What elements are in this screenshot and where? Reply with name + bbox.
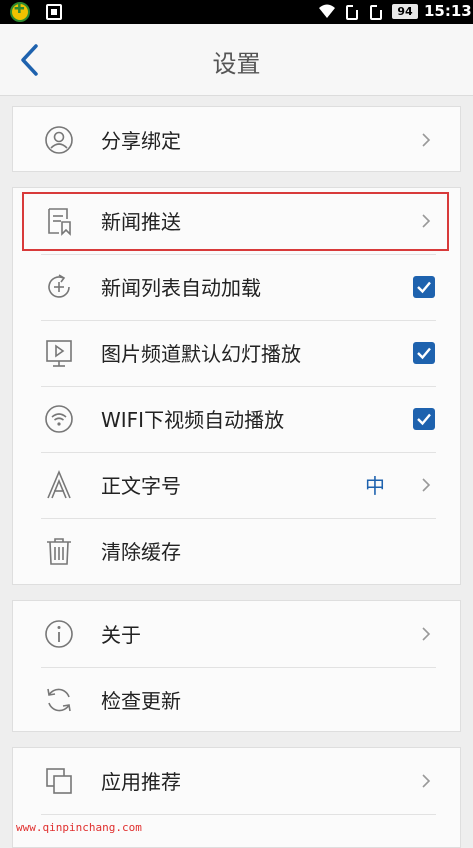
setting-label: 分享绑定 [101,129,181,153]
setting-label: 正文字号 [101,474,181,498]
setting-item-font-size[interactable]: 正文字号 中 [13,452,462,518]
setting-item-auto-load[interactable]: 新闻列表自动加载 [13,254,462,320]
font-size-value: 中 [365,474,385,498]
trash-icon [47,538,71,565]
setting-label: 关于 [101,623,141,647]
screenshot-icon [46,4,62,20]
status-bar: 94 15:13 [0,0,473,24]
settings-section-account: 分享绑定 [12,106,461,172]
sim-card-icon [346,5,358,20]
setting-item-about[interactable]: 关于 [13,601,462,667]
info-circle-icon [45,620,73,648]
setting-item-share-binding[interactable]: 分享绑定 [13,107,462,173]
checkbox-checked[interactable] [413,342,435,364]
setting-label: 检查更新 [101,689,181,713]
setting-item-clear-cache[interactable]: 清除缓存 [13,518,462,584]
setting-label: WIFI下视频自动播放 [101,408,285,432]
wifi-circle-icon [45,405,73,433]
chevron-right-icon [422,133,431,147]
wifi-icon [319,4,335,18]
setting-item-check-update[interactable]: 检查更新 [13,667,462,733]
chevron-right-icon [422,627,431,641]
sim-card-icon [370,5,382,20]
watermark-text: www.qinpinchang.com [16,821,142,834]
font-size-icon [47,469,71,499]
page-title: 设置 [212,50,261,78]
setting-item-app-recommend[interactable]: 应用推荐 [13,748,462,814]
settings-section-about: 关于 检查更新 [12,600,461,732]
setting-label: 图片频道默认幻灯播放 [101,342,301,366]
sync-icon [47,688,71,712]
slideshow-play-icon [46,340,72,367]
checkbox-checked[interactable] [413,408,435,430]
setting-item-slideshow[interactable]: 图片频道默认幻灯播放 [13,320,462,386]
highlight-box [22,192,449,251]
clock: 15:13 [424,2,472,20]
setting-label: 新闻列表自动加载 [101,276,261,300]
checkbox-checked[interactable] [413,276,435,298]
setting-item-wifi-video[interactable]: WIFI下视频自动播放 [13,386,462,452]
user-circle-icon [45,126,73,154]
battery-icon: 94 [392,4,418,19]
app-notification-icon [10,2,30,22]
chevron-right-icon [422,774,431,788]
app-layers-icon [46,768,72,794]
setting-label: 清除缓存 [101,540,181,564]
divider [41,814,436,815]
setting-label: 应用推荐 [101,770,181,794]
app-header: 设置 [0,24,473,96]
chevron-right-icon [422,478,431,492]
refresh-plus-icon [48,274,70,298]
